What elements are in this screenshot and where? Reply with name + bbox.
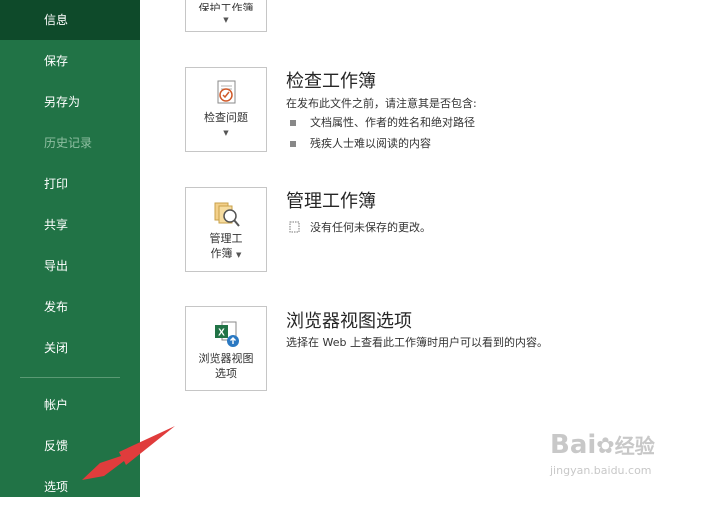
watermark-brand-suffix: 经验: [614, 434, 655, 458]
watermark-brand: Bai: [550, 430, 597, 460]
paw-icon: ✿: [596, 434, 615, 459]
red-arrow-pointer-icon: [82, 426, 175, 480]
watermark-url: jingyan.baidu.com: [550, 464, 652, 477]
baidu-jingyan-watermark: Bai✿经验 jingyan.baidu.com: [550, 430, 655, 477]
